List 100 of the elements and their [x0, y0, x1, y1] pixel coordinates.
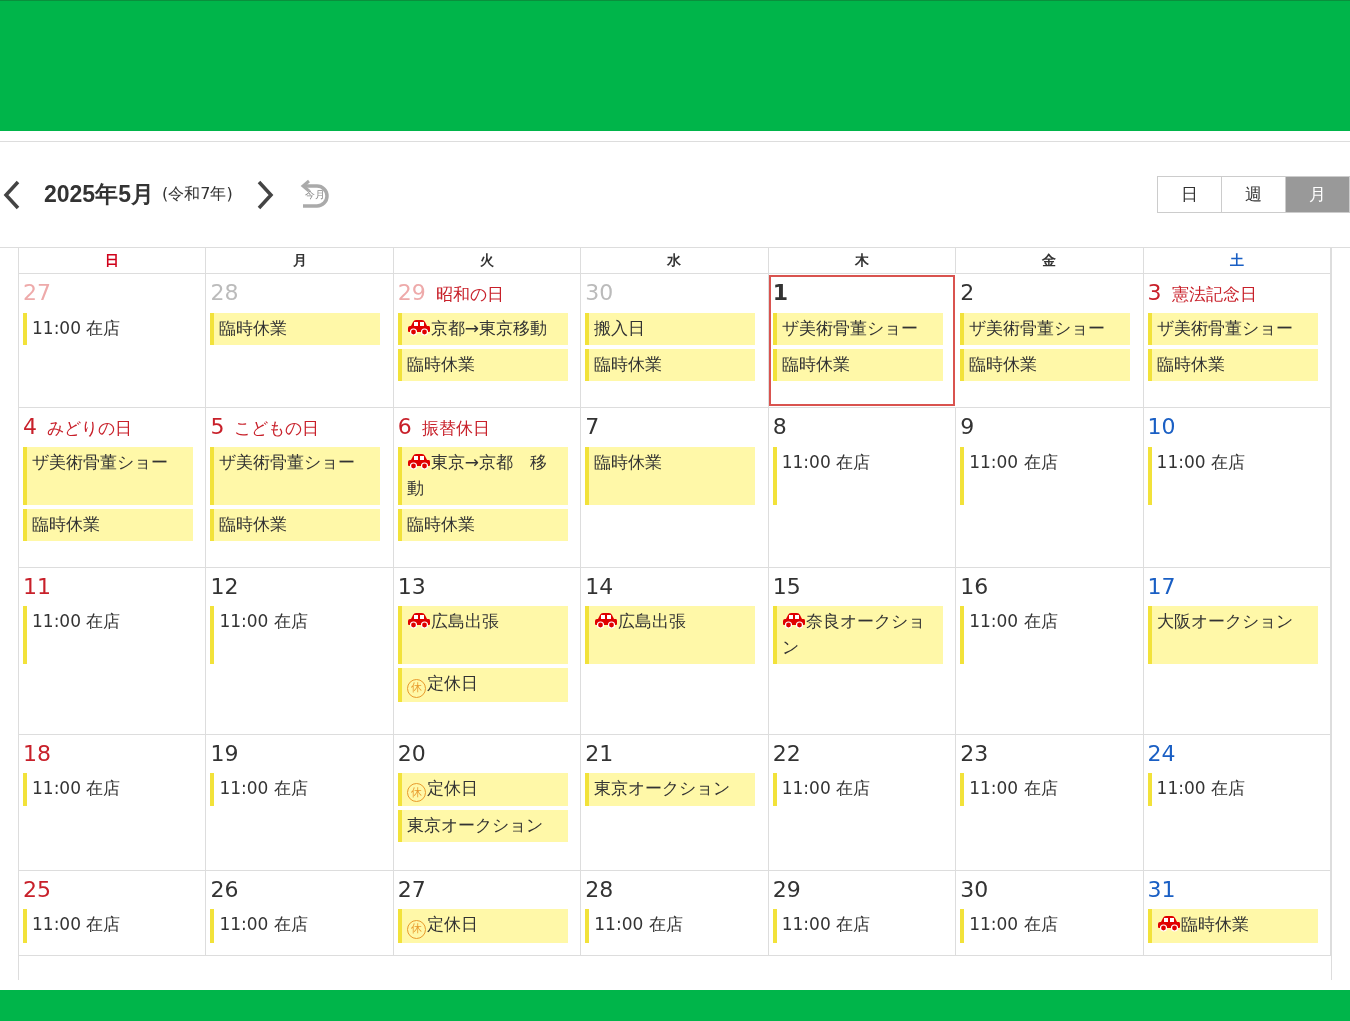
calendar-event[interactable]: 11:00 在店	[210, 606, 381, 664]
day-number: 20	[397, 740, 426, 767]
holiday-name: 憲法記念日	[1171, 283, 1257, 306]
calendar-event[interactable]: 11:00 在店	[960, 909, 1131, 943]
holiday-name: こどもの日	[234, 417, 320, 440]
day-number: 15	[772, 574, 801, 600]
day-number: 5	[210, 414, 225, 440]
weekday-header: 木	[768, 248, 957, 273]
car-icon	[406, 453, 431, 470]
calendar-event[interactable]: 臨時休業	[585, 447, 756, 505]
calendar-event[interactable]: 11:00 在店	[210, 909, 381, 943]
day-number: 30	[585, 280, 614, 306]
day-number: 7	[585, 414, 600, 440]
car-icon	[406, 612, 431, 629]
day-number: 13	[397, 574, 426, 600]
calendar-event[interactable]: 臨時休業	[210, 313, 381, 345]
calendar-event[interactable]: 11:00 在店	[23, 772, 193, 806]
calendar-event[interactable]: 京都→東京移動	[397, 313, 568, 345]
day-number: 18	[23, 740, 51, 767]
calendar-event[interactable]: 臨時休業	[210, 509, 381, 541]
calendar-event[interactable]: ザ美術骨董ショー	[210, 447, 381, 505]
calendar-event[interactable]: 11:00 在店	[23, 313, 193, 345]
weekday-header: 日	[19, 248, 207, 273]
day-number: 17	[1147, 574, 1176, 600]
day-number: 2	[960, 280, 975, 306]
day-number: 23	[960, 740, 989, 767]
calendar-event[interactable]: 東京オークション	[585, 772, 756, 806]
calendar-event[interactable]: 臨時休業	[1147, 909, 1318, 943]
calendar-event[interactable]: ザ美術骨董ショー	[772, 313, 943, 345]
calendar-event[interactable]: 休 定休日	[397, 909, 568, 943]
calendar-event[interactable]: 11:00 在店	[772, 909, 943, 943]
month-title: 2025年5月	[44, 180, 154, 209]
day-number: 27	[23, 280, 51, 306]
calendar-event[interactable]: 搬入日	[585, 313, 756, 345]
calendar-event[interactable]: 11:00 在店	[960, 772, 1131, 806]
day-number: 28	[585, 877, 614, 903]
holiday-name: 振替休日	[421, 417, 490, 440]
calendar-event[interactable]: ザ美術骨董ショー	[1147, 313, 1318, 345]
car-icon	[406, 319, 431, 336]
calendar-event[interactable]: 11:00 在店	[1147, 447, 1318, 505]
weekday-header: 水	[581, 248, 769, 273]
day-number: 22	[772, 740, 801, 767]
calendar-event[interactable]: 11:00 在店	[210, 772, 381, 806]
day-number: 12	[210, 574, 239, 600]
era-label: (令和7年)	[161, 184, 233, 205]
day-number: 6	[397, 414, 412, 440]
day-number: 31	[1147, 877, 1176, 903]
car-icon	[1156, 915, 1181, 932]
day-number: 8	[772, 414, 787, 440]
today-button[interactable]: 今月	[296, 177, 331, 212]
calendar-event[interactable]: ザ美術骨董ショー	[960, 313, 1131, 345]
day-number: 14	[585, 574, 614, 600]
day-number: 11	[23, 574, 51, 600]
calendar-event[interactable]: 臨時休業	[397, 509, 568, 541]
day-number: 1	[772, 280, 788, 306]
calendar-event[interactable]: 11:00 在店	[23, 606, 193, 664]
calendar-event[interactable]: 臨時休業	[23, 509, 193, 541]
calendar-event[interactable]: 11:00 在店	[1147, 772, 1318, 806]
day-number: 21	[585, 740, 614, 767]
day-number: 29	[397, 280, 426, 306]
calendar-event[interactable]: 東京オークション	[397, 810, 568, 842]
calendar-event[interactable]: ザ美術骨董ショー	[23, 447, 193, 505]
day-number: 27	[397, 877, 426, 903]
calendar-event[interactable]: 11:00 在店	[772, 447, 943, 505]
day-number: 29	[772, 877, 801, 903]
car-icon	[594, 612, 619, 629]
day-number: 16	[960, 574, 989, 600]
calendar-event[interactable]: 大阪オークション	[1147, 606, 1318, 664]
car-icon	[781, 612, 806, 629]
weekday-header: 月	[206, 248, 394, 273]
day-number: 10	[1147, 414, 1176, 440]
weekday-header: 土	[1143, 248, 1331, 273]
calendar-event[interactable]: 臨時休業	[1147, 349, 1318, 381]
calendar-event[interactable]: 臨時休業	[960, 349, 1131, 381]
calendar-event[interactable]: 臨時休業	[585, 349, 756, 381]
weekday-header: 金	[956, 248, 1144, 273]
day-number: 28	[210, 280, 239, 306]
day-number: 4	[23, 414, 37, 440]
calendar-event[interactable]: 11:00 在店	[960, 447, 1131, 505]
calendar-event[interactable]: 広島出張	[397, 606, 568, 664]
calendar-event[interactable]: 11:00 在店	[772, 772, 943, 806]
day-number: 19	[210, 740, 239, 767]
day-number: 25	[23, 877, 51, 903]
calendar-event[interactable]: 11:00 在店	[585, 909, 756, 943]
day-number: 9	[960, 414, 975, 440]
holiday-name: みどりの日	[47, 417, 132, 440]
calendar-event[interactable]: 11:00 在店	[960, 606, 1131, 664]
calendar-event[interactable]: 奈良オークション	[772, 606, 943, 664]
day-number: 3	[1147, 280, 1162, 306]
day-number: 24	[1147, 740, 1176, 767]
day-number: 26	[210, 877, 239, 903]
calendar-event[interactable]: 11:00 在店	[23, 909, 193, 943]
calendar-event[interactable]: 休 定休日	[397, 668, 568, 702]
calendar-event[interactable]: 広島出張	[585, 606, 756, 664]
calendar-event[interactable]: 臨時休業	[772, 349, 943, 381]
previous-icon[interactable]	[2, 178, 22, 211]
calendar-event[interactable]: 休 定休日	[397, 772, 568, 806]
calendar-event[interactable]: 東京→京都 移動	[397, 447, 568, 505]
calendar-event[interactable]: 臨時休業	[397, 349, 568, 381]
weekday-header: 火	[393, 248, 582, 273]
